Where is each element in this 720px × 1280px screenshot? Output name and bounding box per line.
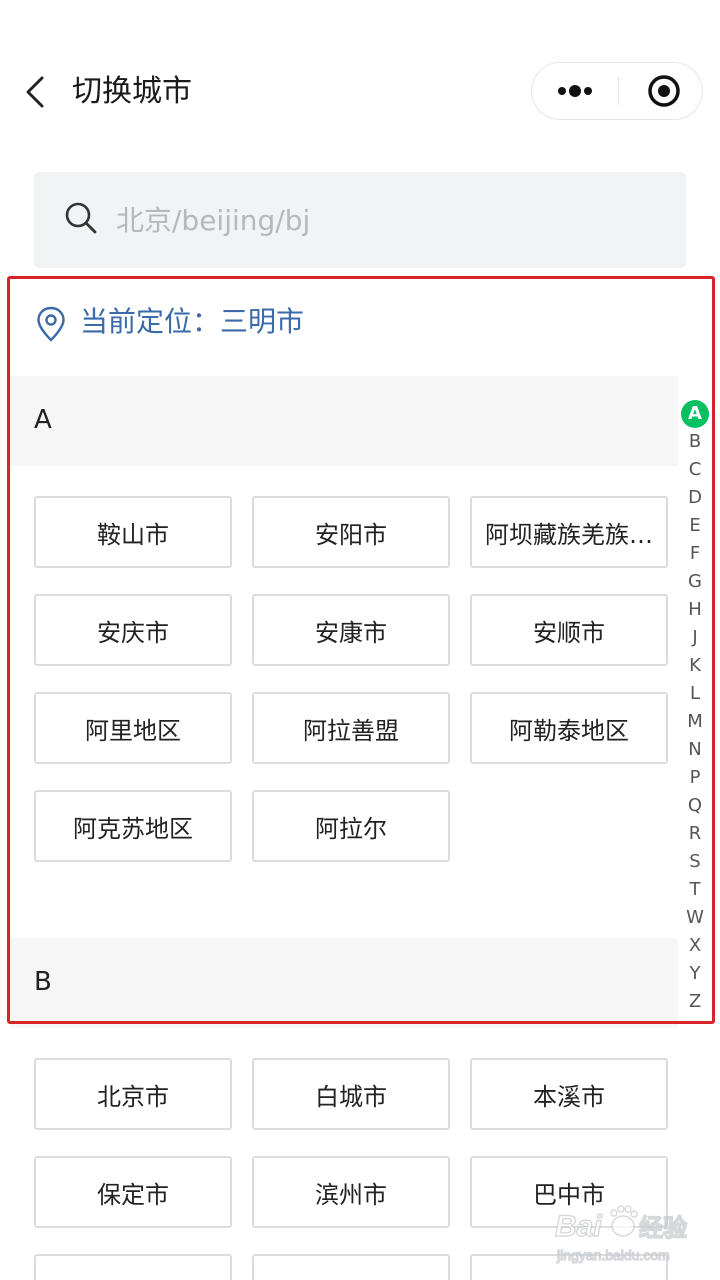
nav-bar: 切换城市 (0, 48, 720, 136)
city-button-partial[interactable] (252, 1254, 450, 1280)
more-dots-icon (558, 85, 592, 97)
index-letter-x[interactable]: X (680, 932, 710, 960)
chevron-left-icon (26, 76, 44, 108)
city-button[interactable]: 白城市 (252, 1058, 450, 1130)
city-button[interactable]: 安庆市 (34, 594, 232, 666)
city-button[interactable]: 阿坝藏族羌族… (470, 496, 668, 568)
more-button[interactable] (532, 63, 618, 119)
section-header-b: B (10, 938, 678, 1028)
index-letter-b[interactable]: B (680, 428, 710, 456)
page: 切换城市 北京/beijing/bj 当前定位：三明市 A 鞍山市 安阳市 阿坝… (0, 0, 720, 1280)
city-button[interactable]: 阿勒泰地区 (470, 692, 668, 764)
search-icon (65, 202, 97, 234)
city-button[interactable]: 阿拉尔 (252, 790, 450, 862)
index-letter-w[interactable]: W (680, 904, 710, 932)
location-pin-icon (37, 306, 65, 342)
city-name: 阿坝藏族羌族… (485, 520, 653, 549)
index-letter-s[interactable]: S (680, 848, 710, 876)
section-letter: A (34, 405, 52, 435)
city-button[interactable]: 滨州市 (252, 1156, 450, 1228)
mini-program-capsule (531, 62, 703, 120)
city-button[interactable]: 保定市 (34, 1156, 232, 1228)
index-letter-q[interactable]: Q (680, 792, 710, 820)
index-letter-a[interactable]: A (681, 400, 709, 428)
current-location-text: 当前定位：三明市 (80, 305, 305, 338)
index-letter-c[interactable]: C (680, 456, 710, 484)
city-button[interactable]: 北京市 (34, 1058, 232, 1130)
city-button[interactable]: 阿拉善盟 (252, 692, 450, 764)
city-button-partial[interactable] (470, 1254, 668, 1280)
close-mini-program-button[interactable] (619, 63, 703, 119)
city-name: 安顺市 (533, 618, 605, 647)
section-letter: B (34, 967, 52, 997)
index-letter-m[interactable]: M (680, 708, 710, 736)
city-name: 本溪市 (533, 1082, 605, 1111)
section-header-a: A (10, 376, 678, 466)
city-button[interactable]: 阿克苏地区 (34, 790, 232, 862)
index-letter-t[interactable]: T (680, 876, 710, 904)
city-name: 安康市 (315, 618, 387, 647)
search-input[interactable] (116, 198, 656, 242)
city-name: 巴中市 (533, 1180, 605, 1209)
index-letter-g[interactable]: G (680, 568, 710, 596)
city-name: 滨州市 (315, 1180, 387, 1209)
city-name: 白城市 (315, 1082, 387, 1111)
city-button[interactable]: 安顺市 (470, 594, 668, 666)
back-button[interactable] (18, 70, 52, 114)
city-name: 鞍山市 (97, 520, 169, 549)
index-letter-h[interactable]: H (680, 596, 710, 624)
city-name: 阿克苏地区 (73, 814, 193, 843)
city-name: 阿拉尔 (315, 814, 387, 843)
city-name: 安阳市 (315, 520, 387, 549)
index-letter-y[interactable]: Y (680, 960, 710, 988)
index-letter-r[interactable]: R (680, 820, 710, 848)
city-name: 阿拉善盟 (303, 716, 399, 745)
city-button-partial[interactable] (34, 1254, 232, 1280)
index-letter-k[interactable]: K (680, 652, 710, 680)
city-name: 安庆市 (97, 618, 169, 647)
page-title: 切换城市 (72, 74, 192, 109)
city-name: 阿里地区 (85, 716, 181, 745)
index-letter-z[interactable]: Z (680, 988, 710, 1016)
city-name: 保定市 (97, 1180, 169, 1209)
city-name: 北京市 (97, 1082, 169, 1111)
index-letter-j[interactable]: J (680, 624, 710, 652)
index-letter-f[interactable]: F (680, 540, 710, 568)
city-button[interactable]: 鞍山市 (34, 496, 232, 568)
index-letter-p[interactable]: P (680, 764, 710, 792)
index-letter-n[interactable]: N (680, 736, 710, 764)
city-button[interactable]: 本溪市 (470, 1058, 668, 1130)
target-close-icon (648, 75, 680, 107)
alphabet-index[interactable]: ABCDEFGHJKLMNPQRSTWXYZ (680, 400, 710, 1016)
city-button[interactable]: 安阳市 (252, 496, 450, 568)
city-button[interactable]: 阿里地区 (34, 692, 232, 764)
city-name: 阿勒泰地区 (509, 716, 629, 745)
index-letter-e[interactable]: E (680, 512, 710, 540)
index-letter-l[interactable]: L (680, 680, 710, 708)
index-letter-d[interactable]: D (680, 484, 710, 512)
city-button[interactable]: 巴中市 (470, 1156, 668, 1228)
city-button[interactable]: 安康市 (252, 594, 450, 666)
